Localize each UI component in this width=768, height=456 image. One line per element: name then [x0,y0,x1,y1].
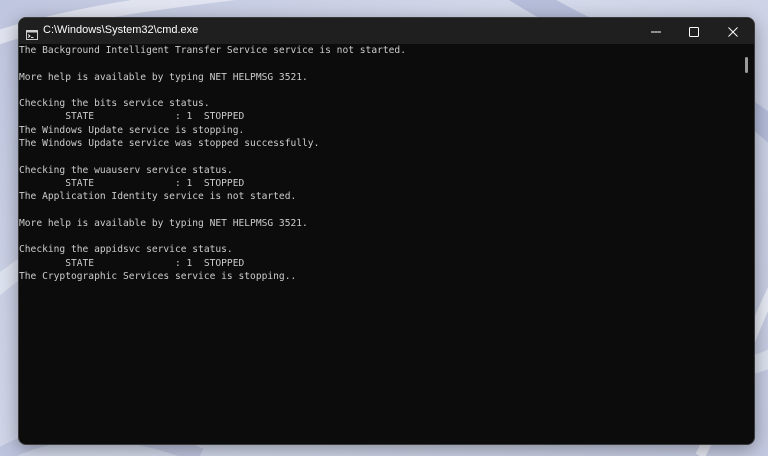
minimize-button[interactable] [637,18,675,44]
title-bar[interactable]: C:\Windows\System32\cmd.exe [19,18,754,44]
console-line: The Windows Update service is stopping. [19,124,245,136]
console-line: Checking the appidsvc service status. [19,244,233,256]
vertical-scrollbar[interactable] [741,44,754,444]
console-line: STATE : 1 STOPPED [19,177,245,189]
console-line: Checking the wuauserv service status. [19,164,233,176]
console-line: More help is available by typing NET HEL… [19,217,308,229]
console-line: The Cryptographic Services service is st… [19,271,297,283]
console-lines: The Background Intelligent Transfer Serv… [19,44,406,283]
cmd-window: C:\Windows\System32\cmd.exe The Backgrou… [18,17,755,445]
window-title: C:\Windows\System32\cmd.exe [43,24,199,36]
minimize-icon [651,22,661,41]
console-line: The Background Intelligent Transfer Serv… [19,45,406,56]
cmd-icon [26,25,38,40]
console-line: More help is available by typing NET HEL… [19,71,308,83]
close-icon [728,22,738,41]
console-line: STATE : 1 STOPPED [19,111,245,123]
console-line: The Application Identity service is not … [19,191,297,203]
console-line: Checking the bits service status. [19,98,210,110]
console-line: The Windows Update service was stopped s… [19,138,320,150]
maximize-button[interactable] [675,18,713,44]
close-button[interactable] [714,18,752,44]
console-output[interactable]: The Background Intelligent Transfer Serv… [19,44,741,444]
maximize-icon [689,22,699,41]
console-line: STATE : 1 STOPPED [19,257,245,269]
scrollbar-thumb[interactable] [745,57,748,73]
